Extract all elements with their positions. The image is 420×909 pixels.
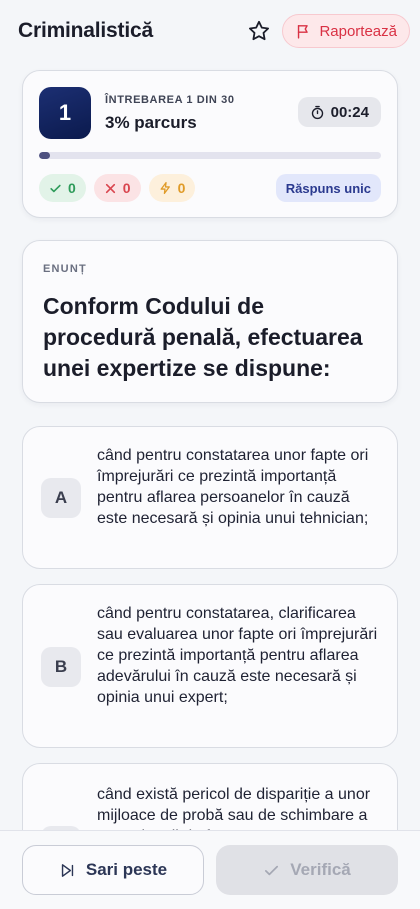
answer-letter-b: B [41, 647, 81, 687]
verify-label: Verifică [290, 860, 351, 879]
statement-label: ENUNȚ [43, 263, 87, 275]
answer-mode-badge: Răspuns unic [275, 174, 381, 202]
wrong-count-badge: 0 [93, 174, 141, 202]
answer-text-a: când pentru constatarea unor fapte ori î… [97, 447, 369, 527]
page-title: Criminalistică [18, 19, 153, 42]
check-icon [50, 184, 61, 192]
question-number-badge: 1 [39, 87, 91, 139]
favorite-button[interactable] [244, 16, 274, 46]
skip-label: Sari peste [85, 860, 168, 879]
skipped-count-badge: 0 [148, 174, 196, 202]
action-footer: Sari peste Verifică [0, 830, 420, 909]
statement-card: ENUNȚ Conform Codului de procedură penal… [22, 240, 398, 403]
star-icon [249, 20, 270, 41]
answer-option-a[interactable]: A când pentru constatarea unor fapte ori… [22, 426, 398, 569]
report-label: Raportează [319, 22, 397, 40]
skipped-count: 0 [177, 180, 186, 196]
question-counter-label: ÎNTREBAREA 1 DIN 30 [105, 94, 235, 106]
progress-bar-fill [39, 152, 51, 159]
question-text: Conform Codului de procedură penală, efe… [43, 293, 363, 381]
answer-option-b[interactable]: B când pentru constatarea, clarificarea … [22, 584, 398, 748]
answer-text-b: când pentru constatarea, clarificarea sa… [97, 605, 378, 706]
stopwatch-icon [311, 105, 323, 119]
verify-button[interactable]: Verifică [216, 845, 398, 895]
score-stats: 0 0 0 [39, 174, 196, 202]
wrong-count: 0 [122, 180, 131, 196]
skip-forward-icon [61, 863, 74, 877]
x-icon [105, 183, 115, 193]
correct-count: 0 [68, 180, 76, 196]
check-icon [265, 865, 279, 875]
progress-text: 3% parcurs [105, 113, 197, 132]
lightning-icon [160, 181, 170, 195]
report-button[interactable]: Raportează [282, 14, 410, 48]
app-header: Criminalistică Raportează [0, 0, 420, 62]
progress-card: 1 ÎNTREBAREA 1 DIN 30 3% parcurs 00:24 0… [22, 70, 398, 218]
skip-button[interactable]: Sari peste [22, 845, 204, 895]
correct-count-badge: 0 [39, 174, 86, 202]
timer-value: 00:24 [330, 103, 369, 121]
progress-bar [39, 152, 381, 159]
timer: 00:24 [297, 97, 381, 127]
answer-letter-a: A [41, 478, 81, 518]
flag-icon [298, 24, 309, 39]
